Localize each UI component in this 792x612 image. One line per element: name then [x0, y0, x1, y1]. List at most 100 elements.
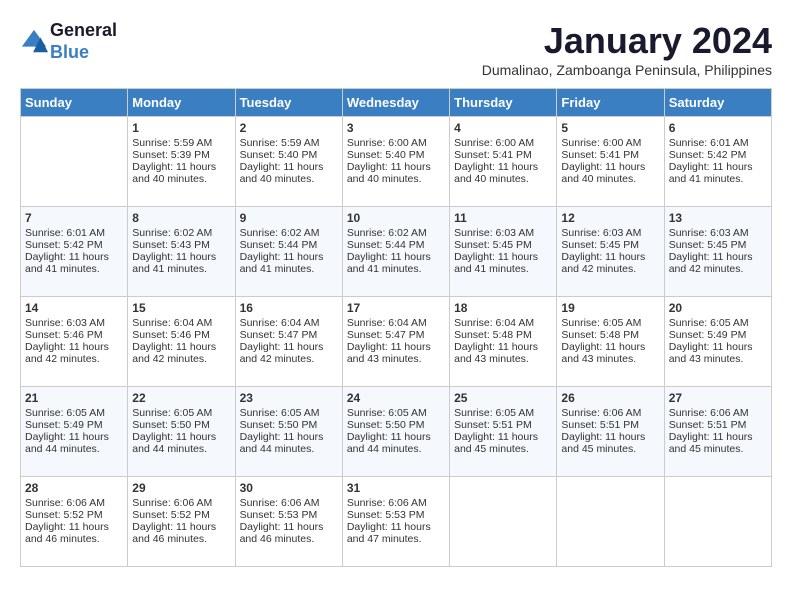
sunset-text: Sunset: 5:51 PM: [669, 419, 767, 431]
daylight-text: Daylight: 11 hours and 41 minutes.: [669, 161, 767, 185]
day-number: 26: [561, 391, 659, 405]
month-title: January 2024: [482, 20, 772, 62]
day-number: 4: [454, 121, 552, 135]
calendar-cell: 19Sunrise: 6:05 AMSunset: 5:48 PMDayligh…: [557, 297, 664, 387]
day-number: 23: [240, 391, 338, 405]
sunset-text: Sunset: 5:53 PM: [347, 509, 445, 521]
daylight-text: Daylight: 11 hours and 44 minutes.: [240, 431, 338, 455]
day-number: 5: [561, 121, 659, 135]
daylight-text: Daylight: 11 hours and 46 minutes.: [25, 521, 123, 545]
day-number: 28: [25, 481, 123, 495]
calendar-cell: [21, 117, 128, 207]
sunrise-text: Sunrise: 6:06 AM: [347, 497, 445, 509]
calendar-cell: 21Sunrise: 6:05 AMSunset: 5:49 PMDayligh…: [21, 387, 128, 477]
calendar-cell: 17Sunrise: 6:04 AMSunset: 5:47 PMDayligh…: [342, 297, 449, 387]
logo-text: General Blue: [50, 20, 117, 63]
sunset-text: Sunset: 5:48 PM: [454, 329, 552, 341]
sunrise-text: Sunrise: 6:01 AM: [25, 227, 123, 239]
sunrise-text: Sunrise: 6:05 AM: [669, 317, 767, 329]
calendar-cell: 14Sunrise: 6:03 AMSunset: 5:46 PMDayligh…: [21, 297, 128, 387]
sunrise-text: Sunrise: 6:01 AM: [669, 137, 767, 149]
day-number: 27: [669, 391, 767, 405]
calendar-cell: 22Sunrise: 6:05 AMSunset: 5:50 PMDayligh…: [128, 387, 235, 477]
sunrise-text: Sunrise: 6:05 AM: [561, 317, 659, 329]
sunrise-text: Sunrise: 6:00 AM: [454, 137, 552, 149]
sunset-text: Sunset: 5:50 PM: [347, 419, 445, 431]
header-row: SundayMondayTuesdayWednesdayThursdayFrid…: [21, 89, 772, 117]
sunset-text: Sunset: 5:46 PM: [132, 329, 230, 341]
daylight-text: Daylight: 11 hours and 41 minutes.: [25, 251, 123, 275]
day-number: 3: [347, 121, 445, 135]
daylight-text: Daylight: 11 hours and 43 minutes.: [669, 341, 767, 365]
calendar-cell: 18Sunrise: 6:04 AMSunset: 5:48 PMDayligh…: [450, 297, 557, 387]
daylight-text: Daylight: 11 hours and 42 minutes.: [25, 341, 123, 365]
sunset-text: Sunset: 5:47 PM: [347, 329, 445, 341]
day-number: 10: [347, 211, 445, 225]
sunrise-text: Sunrise: 6:03 AM: [561, 227, 659, 239]
day-number: 7: [25, 211, 123, 225]
day-number: 31: [347, 481, 445, 495]
sunset-text: Sunset: 5:47 PM: [240, 329, 338, 341]
daylight-text: Daylight: 11 hours and 43 minutes.: [454, 341, 552, 365]
daylight-text: Daylight: 11 hours and 42 minutes.: [561, 251, 659, 275]
day-number: 17: [347, 301, 445, 315]
daylight-text: Daylight: 11 hours and 45 minutes.: [561, 431, 659, 455]
day-number: 12: [561, 211, 659, 225]
sunrise-text: Sunrise: 6:06 AM: [561, 407, 659, 419]
sunrise-text: Sunrise: 5:59 AM: [132, 137, 230, 149]
day-number: 25: [454, 391, 552, 405]
sunrise-text: Sunrise: 6:06 AM: [240, 497, 338, 509]
day-number: 29: [132, 481, 230, 495]
day-number: 11: [454, 211, 552, 225]
calendar-cell: 1Sunrise: 5:59 AMSunset: 5:39 PMDaylight…: [128, 117, 235, 207]
calendar-cell: [557, 477, 664, 567]
sunset-text: Sunset: 5:48 PM: [561, 329, 659, 341]
sunrise-text: Sunrise: 6:00 AM: [347, 137, 445, 149]
day-number: 20: [669, 301, 767, 315]
sunset-text: Sunset: 5:44 PM: [347, 239, 445, 251]
sunrise-text: Sunrise: 6:05 AM: [454, 407, 552, 419]
sunrise-text: Sunrise: 6:04 AM: [347, 317, 445, 329]
daylight-text: Daylight: 11 hours and 46 minutes.: [240, 521, 338, 545]
calendar-cell: 23Sunrise: 6:05 AMSunset: 5:50 PMDayligh…: [235, 387, 342, 477]
sunset-text: Sunset: 5:53 PM: [240, 509, 338, 521]
weekday-header: Monday: [128, 89, 235, 117]
calendar-cell: 6Sunrise: 6:01 AMSunset: 5:42 PMDaylight…: [664, 117, 771, 207]
calendar-cell: 10Sunrise: 6:02 AMSunset: 5:44 PMDayligh…: [342, 207, 449, 297]
daylight-text: Daylight: 11 hours and 40 minutes.: [132, 161, 230, 185]
weekday-header: Thursday: [450, 89, 557, 117]
calendar-week-row: 28Sunrise: 6:06 AMSunset: 5:52 PMDayligh…: [21, 477, 772, 567]
calendar-week-row: 21Sunrise: 6:05 AMSunset: 5:49 PMDayligh…: [21, 387, 772, 477]
sunrise-text: Sunrise: 6:04 AM: [132, 317, 230, 329]
calendar-cell: 3Sunrise: 6:00 AMSunset: 5:40 PMDaylight…: [342, 117, 449, 207]
calendar-cell: 29Sunrise: 6:06 AMSunset: 5:52 PMDayligh…: [128, 477, 235, 567]
calendar-cell: [664, 477, 771, 567]
calendar-week-row: 7Sunrise: 6:01 AMSunset: 5:42 PMDaylight…: [21, 207, 772, 297]
weekday-header: Sunday: [21, 89, 128, 117]
day-number: 16: [240, 301, 338, 315]
calendar-cell: 12Sunrise: 6:03 AMSunset: 5:45 PMDayligh…: [557, 207, 664, 297]
calendar-week-row: 1Sunrise: 5:59 AMSunset: 5:39 PMDaylight…: [21, 117, 772, 207]
calendar-cell: 30Sunrise: 6:06 AMSunset: 5:53 PMDayligh…: [235, 477, 342, 567]
daylight-text: Daylight: 11 hours and 44 minutes.: [347, 431, 445, 455]
daylight-text: Daylight: 11 hours and 40 minutes.: [347, 161, 445, 185]
sunrise-text: Sunrise: 6:05 AM: [240, 407, 338, 419]
calendar-cell: 9Sunrise: 6:02 AMSunset: 5:44 PMDaylight…: [235, 207, 342, 297]
sunrise-text: Sunrise: 6:02 AM: [347, 227, 445, 239]
calendar-cell: [450, 477, 557, 567]
calendar-cell: 5Sunrise: 6:00 AMSunset: 5:41 PMDaylight…: [557, 117, 664, 207]
daylight-text: Daylight: 11 hours and 41 minutes.: [240, 251, 338, 275]
subtitle: Dumalinao, Zamboanga Peninsula, Philippi…: [482, 62, 772, 78]
weekday-header: Saturday: [664, 89, 771, 117]
calendar-cell: 11Sunrise: 6:03 AMSunset: 5:45 PMDayligh…: [450, 207, 557, 297]
calendar-cell: 15Sunrise: 6:04 AMSunset: 5:46 PMDayligh…: [128, 297, 235, 387]
sunrise-text: Sunrise: 6:02 AM: [240, 227, 338, 239]
sunset-text: Sunset: 5:49 PM: [25, 419, 123, 431]
daylight-text: Daylight: 11 hours and 44 minutes.: [132, 431, 230, 455]
sunrise-text: Sunrise: 6:06 AM: [25, 497, 123, 509]
sunset-text: Sunset: 5:41 PM: [561, 149, 659, 161]
daylight-text: Daylight: 11 hours and 40 minutes.: [561, 161, 659, 185]
daylight-text: Daylight: 11 hours and 46 minutes.: [132, 521, 230, 545]
sunset-text: Sunset: 5:50 PM: [132, 419, 230, 431]
calendar-cell: 25Sunrise: 6:05 AMSunset: 5:51 PMDayligh…: [450, 387, 557, 477]
